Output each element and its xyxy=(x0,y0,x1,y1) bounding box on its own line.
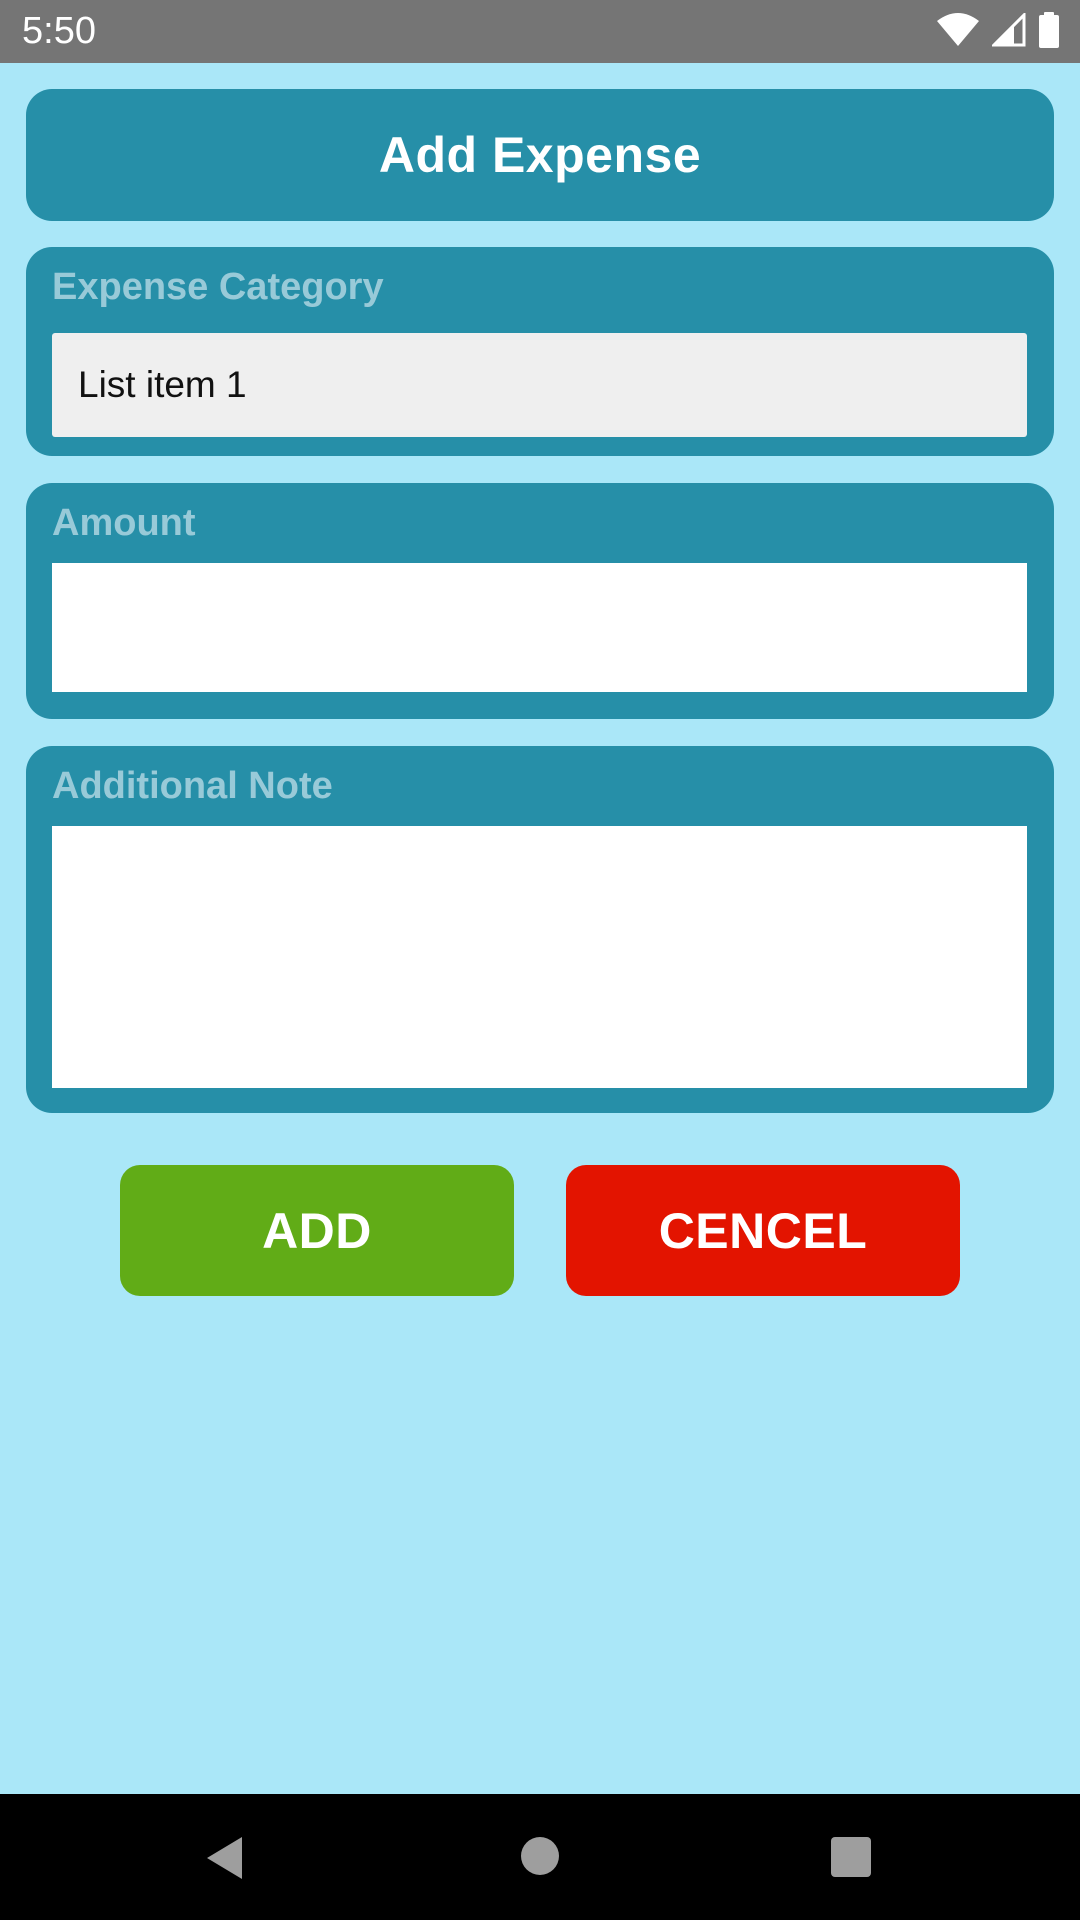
status-icons xyxy=(936,10,1060,53)
recents-icon[interactable] xyxy=(831,1837,871,1877)
status-bar: 5:50 xyxy=(0,0,1080,63)
cellular-signal-icon xyxy=(990,10,1026,52)
status-time: 5:50 xyxy=(22,10,96,52)
back-icon[interactable] xyxy=(206,1836,244,1885)
navigation-bar xyxy=(0,1794,1080,1920)
additional-note-label: Additional Note xyxy=(52,765,333,807)
cancel-button[interactable]: CENCEL xyxy=(566,1165,960,1296)
amount-input[interactable] xyxy=(52,563,1027,692)
expense-category-card: Expense Category List item 1 xyxy=(26,247,1054,456)
add-button[interactable]: ADD xyxy=(120,1165,514,1296)
wifi-icon xyxy=(936,12,980,52)
header-card: Add Expense xyxy=(26,89,1054,221)
page-title: Add Expense xyxy=(378,127,702,183)
amount-card: Amount xyxy=(26,483,1054,719)
expense-category-label: Expense Category xyxy=(52,266,384,308)
additional-note-input[interactable] xyxy=(52,826,1027,1088)
expense-category-dropdown[interactable]: List item 1 xyxy=(52,333,1027,437)
battery-icon xyxy=(1038,11,1060,53)
home-icon[interactable] xyxy=(521,1837,559,1875)
expense-category-selected-value: List item 1 xyxy=(78,364,247,405)
additional-note-card: Additional Note xyxy=(26,746,1054,1113)
amount-label: Amount xyxy=(52,502,196,544)
